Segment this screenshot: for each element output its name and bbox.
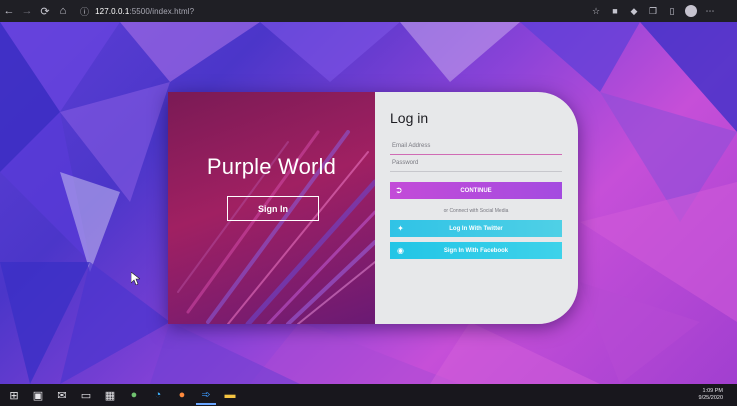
facebook-login-button[interactable]: ◉ Sign In With Facebook bbox=[390, 242, 562, 259]
email-field[interactable]: Email Address bbox=[390, 138, 562, 155]
collections-icon[interactable]: ❐ bbox=[646, 4, 660, 18]
shield-icon[interactable]: ◆ bbox=[627, 4, 641, 18]
system-clock[interactable]: 1:09 PM 9/25/2020 bbox=[699, 388, 737, 402]
sync-icon[interactable]: ▯ bbox=[665, 4, 679, 18]
mouse-cursor-icon bbox=[131, 272, 140, 285]
clock-time: 1:09 PM bbox=[702, 388, 723, 394]
info-icon[interactable]: ⓘ bbox=[80, 5, 89, 18]
games-icon[interactable]: ● bbox=[124, 385, 144, 405]
sign-in-button[interactable]: Sign In bbox=[227, 196, 319, 221]
taskbar: ⊞ ▣ ✉ ▭ ▦ ● ◔ ● ➾ ▬ 1:09 PM 9/25/2020 bbox=[0, 384, 737, 406]
facebook-label: Sign In With Facebook bbox=[443, 247, 509, 254]
card-brand-panel: Purple World Sign In bbox=[168, 92, 375, 324]
mail-icon[interactable]: ✉ bbox=[52, 385, 72, 405]
twitter-label: Log In With Twitter bbox=[449, 225, 503, 232]
more-icon[interactable]: ⋯ bbox=[703, 4, 717, 18]
avatar[interactable] bbox=[684, 4, 698, 18]
store-icon[interactable]: ▣ bbox=[28, 385, 48, 405]
start-icon[interactable]: ⊞ bbox=[4, 385, 24, 405]
brand-title: Purple World bbox=[206, 154, 337, 179]
login-card: Purple World Sign In Log in Email Addres… bbox=[168, 92, 578, 324]
back-arrow-icon[interactable]: ← bbox=[0, 2, 18, 20]
address-bar[interactable]: ⓘ 127.0.0.1:5500/index.html? bbox=[80, 3, 194, 19]
folder-icon[interactable]: ▬ bbox=[220, 385, 240, 405]
login-heading: Log in bbox=[390, 110, 429, 126]
refresh-icon[interactable]: ⟳ bbox=[36, 2, 54, 20]
continue-button[interactable]: ➲ CONTINUE bbox=[390, 182, 562, 199]
home-icon[interactable]: ⌂ bbox=[54, 2, 72, 20]
page-background: Purple World Sign In Log in Email Addres… bbox=[0, 22, 737, 384]
password-field[interactable]: Password bbox=[390, 155, 562, 172]
tiles-icon[interactable]: ▦ bbox=[100, 385, 120, 405]
url-host: 127.0.0.1 bbox=[95, 6, 130, 16]
continue-label: CONTINUE bbox=[460, 187, 492, 194]
facebook-icon: ◉ bbox=[397, 246, 404, 255]
url-path: :5500/index.html? bbox=[129, 6, 195, 16]
star-icon[interactable]: ☆ bbox=[589, 4, 603, 18]
twitter-login-button[interactable]: ✦ Log In With Twitter bbox=[390, 220, 562, 237]
twitter-icon: ✦ bbox=[397, 224, 404, 233]
browser-icon[interactable]: ● bbox=[172, 385, 192, 405]
vscode-icon[interactable]: ➾ bbox=[196, 385, 216, 405]
clock-date: 9/25/2020 bbox=[698, 395, 723, 401]
social-caption: or Connect with Social Media bbox=[443, 208, 509, 214]
extension-icon[interactable]: ■ bbox=[608, 4, 622, 18]
forward-arrow-icon[interactable]: → bbox=[18, 2, 36, 20]
browser-toolbar: ← → ⟳ ⌂ ⓘ 127.0.0.1:5500/index.html? ☆ ■… bbox=[0, 0, 737, 22]
edge-browser-icon[interactable]: ◔ bbox=[148, 385, 168, 405]
media-icon[interactable]: ▭ bbox=[76, 385, 96, 405]
login-form: Log in Email Address Password ➲ CONTINUE… bbox=[375, 92, 578, 324]
login-arrow-icon: ➲ bbox=[395, 185, 403, 195]
